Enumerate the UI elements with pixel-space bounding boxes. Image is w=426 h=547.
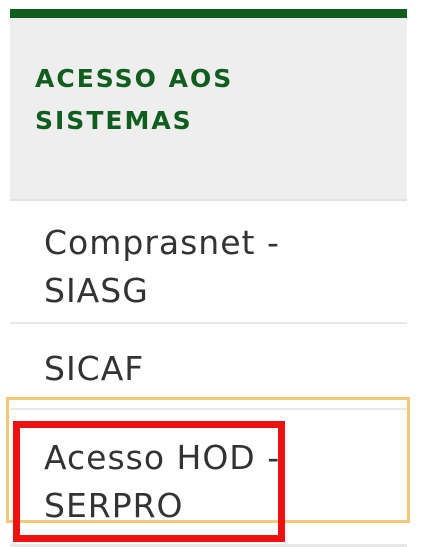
access-systems-menu: ACESSO AOS SISTEMAS Comprasnet - SIASG S… [10,9,407,547]
menu-item-label[interactable]: Comprasnet - SIASG [44,219,280,315]
menu-top-accent-bar [10,9,407,18]
menu-item-sicaf[interactable]: SICAF [10,324,407,410]
system-links-list: Comprasnet - SIASG SICAF Acesso HOD - SE… [10,201,407,545]
menu-item-comprasnet-siasg[interactable]: Comprasnet - SIASG [10,201,407,324]
menu-item-label[interactable]: Acesso HOD - SERPRO [44,434,280,530]
menu-section-title: ACESSO AOS SISTEMAS [35,64,234,135]
menu-item-acesso-hod-serpro[interactable]: Acesso HOD - SERPRO [10,410,407,545]
menu-header: ACESSO AOS SISTEMAS [10,18,407,201]
menu-item-label[interactable]: SICAF [44,345,144,393]
